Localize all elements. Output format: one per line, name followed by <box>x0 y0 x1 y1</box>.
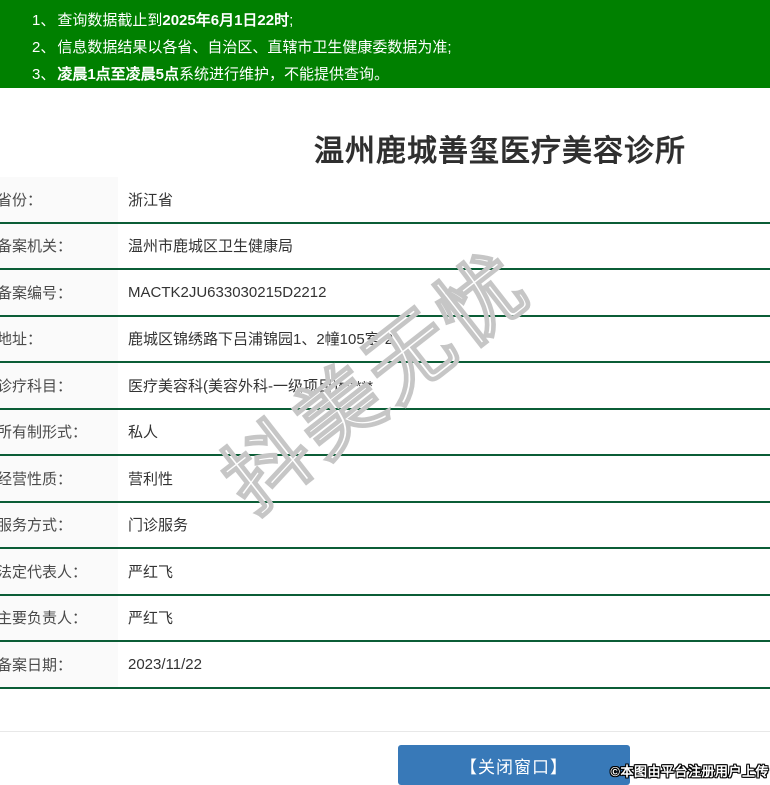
image-credit-watermark: ©本图由平台注册用户上传 <box>610 764 769 779</box>
table-row-main-person-in-charge: 主要负责人： 严红飞 <box>0 595 770 642</box>
row-value: 医疗美容科(美容外科-一级项目)****** <box>128 377 374 395</box>
row-label: 备案日期： <box>0 642 118 687</box>
row-label: 所有制形式： <box>0 409 118 454</box>
page-title: 温州鹿城善玺医疗美容诊所 <box>314 135 686 168</box>
row-label: 省份： <box>0 177 118 222</box>
table-row-operation-nature: 经营性质： 营利性 <box>0 456 770 503</box>
notice-text: 信息数据结果以各省、自治区、直辖市卫生健康委数据为准; <box>57 39 452 56</box>
notice-number: 3、 <box>32 66 56 83</box>
notice-line-2: 2、 信息数据结果以各省、自治区、直辖市卫生健康委数据为准; <box>32 34 760 61</box>
row-label: 主要负责人： <box>0 595 118 640</box>
notice-number: 1、 <box>32 12 56 29</box>
row-label: 备案编号： <box>0 270 118 315</box>
row-value: 鹿城区锦绣路下吕浦锦园1、2幢105室-2 <box>128 331 394 349</box>
table-row-service-mode: 服务方式： 门诊服务 <box>0 502 770 549</box>
row-value: 温州市鹿城区卫生健康局 <box>128 238 294 256</box>
row-value: 门诊服务 <box>128 517 189 535</box>
notice-line-1: 1、 查询数据截止到2025年6月1日22时; <box>32 7 760 34</box>
notice-text: ; <box>289 12 294 29</box>
table-row-filing-date: 备案日期： 2023/11/22 <box>0 642 770 689</box>
row-value: 营利性 <box>128 470 174 488</box>
footer-divider <box>0 731 770 732</box>
row-value: 严红飞 <box>128 563 174 581</box>
table-row-address: 地址： 鹿城区锦绣路下吕浦锦园1、2幢105室-2 <box>0 316 770 363</box>
row-value: 私人 <box>128 424 159 442</box>
row-label: 诊疗科目： <box>0 363 118 408</box>
table-row-legal-representative: 法定代表人： 严红飞 <box>0 549 770 596</box>
notice-text: 系统进行维护，不能提供查询。 <box>179 66 390 83</box>
table-row-province: 省份： 浙江省 <box>0 177 770 224</box>
table-row-filing-authority: 备案机关： 温州市鹿城区卫生健康局 <box>0 223 770 270</box>
row-label: 经营性质： <box>0 456 118 501</box>
table-row-treatment-subjects: 诊疗科目： 医疗美容科(美容外科-一级项目)****** <box>0 363 770 410</box>
close-window-button[interactable]: 【关闭窗口】 <box>398 745 630 785</box>
notice-text-bold: 2025年6月1日22时 <box>162 12 290 29</box>
table-row-filing-number: 备案编号： MACTK2JU633030215D2212 <box>0 270 770 317</box>
row-value: 浙江省 <box>128 191 174 209</box>
row-label: 法定代表人： <box>0 549 118 594</box>
row-label: 服务方式： <box>0 502 118 547</box>
row-label: 备案机关： <box>0 223 118 268</box>
record-table: 省份： 浙江省 备案机关： 温州市鹿城区卫生健康局 备案编号： MACTK2JU… <box>0 177 770 689</box>
row-label: 地址： <box>0 316 118 361</box>
table-row-ownership-form: 所有制形式： 私人 <box>0 409 770 456</box>
row-value: 2023/11/22 <box>128 655 202 673</box>
row-value: 严红飞 <box>128 610 174 628</box>
row-value: MACTK2JU633030215D2212 <box>128 283 327 301</box>
notice-banner: 1、 查询数据截止到2025年6月1日22时; 2、 信息数据结果以各省、自治区、直… <box>0 0 770 88</box>
notice-text-bold: 凌晨1点至凌晨5点 <box>57 66 180 83</box>
notice-number: 2、 <box>32 39 56 56</box>
notice-text: 查询数据截止到 <box>57 12 163 29</box>
notice-line-3: 3、 凌晨1点至凌晨5点系统进行维护，不能提供查询。 <box>32 61 760 88</box>
